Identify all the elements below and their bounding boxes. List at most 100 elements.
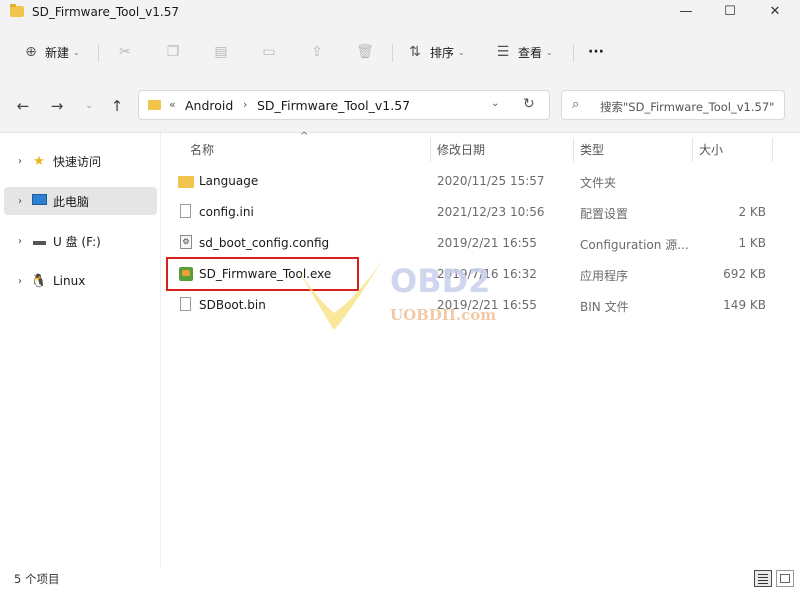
view-button[interactable]: ☰ 查看 ⌄ [494, 38, 553, 66]
forward-arrow-icon[interactable]: → [46, 96, 68, 116]
star-icon: ★ [33, 153, 45, 169]
new-button[interactable]: ⊕ 新建 ⌄ [22, 38, 80, 66]
file-row-config-ini[interactable]: config.ini 2021/12/23 10:56 配置设置 2 KB [166, 198, 778, 228]
trash-icon: 🗑 [356, 44, 374, 60]
column-header-type[interactable]: 类型 [580, 141, 604, 159]
file-type: 文件夹 [580, 176, 617, 190]
sidebar-item-usb-drive[interactable]: › U 盘 (F:) [4, 227, 157, 255]
up-arrow-icon[interactable]: ↑ [106, 96, 128, 116]
file-row-language[interactable]: Language 2020/11/25 15:57 文件夹 [166, 167, 778, 197]
breadcrumb-android[interactable]: Android [185, 98, 233, 113]
recent-locations-chevron-icon[interactable]: ⌄ [78, 96, 100, 116]
window-title: SD_Firmware_Tool_v1.57 [32, 5, 179, 19]
column-header-size[interactable]: 大小 [699, 141, 723, 159]
item-count: 5 个项目 [14, 572, 60, 586]
sort-arrows-icon: ⇅ [409, 44, 421, 60]
search-placeholder: 搜索"SD_Firmware_Tool_v1.57" [600, 100, 775, 114]
file-type: 应用程序 [580, 269, 629, 283]
cut-button[interactable]: ✂ [116, 38, 134, 66]
sidebar-item-label: Linux [53, 274, 86, 288]
details-view-button[interactable] [754, 570, 772, 587]
title-bar: SD_Firmware_Tool_v1.57 — ☐ ✕ [0, 0, 800, 26]
column-divider[interactable] [430, 138, 431, 162]
toolbar-separator [573, 44, 574, 62]
expand-chevron-icon[interactable]: › [10, 276, 30, 287]
usb-drive-icon [30, 234, 48, 249]
chevron-down-icon: ⌄ [546, 47, 553, 57]
refresh-icon[interactable]: ↻ [523, 96, 535, 112]
navigation-row: ← → ⌄ ↑ « Android › SD_Firmware_Tool_v1.… [0, 78, 800, 133]
bin-file-icon [180, 297, 191, 311]
address-bar[interactable]: « Android › SD_Firmware_Tool_v1.57 ⌄ ↻ [138, 90, 550, 120]
sort-ascending-icon: ^ [300, 131, 309, 142]
maximize-button[interactable]: ☐ [708, 0, 752, 26]
sidebar-item-this-pc[interactable]: › 此电脑 [4, 187, 157, 215]
file-modified: 2019/2/21 16:55 [437, 236, 537, 250]
file-type: BIN 文件 [580, 300, 629, 314]
file-name: config.ini [199, 205, 254, 219]
tiles-view-button[interactable] [776, 570, 794, 587]
breadcrumb-overflow-icon[interactable]: « [169, 98, 176, 111]
column-divider[interactable] [573, 138, 574, 162]
highlight-annotation-box [166, 257, 359, 291]
column-header-modified[interactable]: 修改日期 [437, 141, 485, 159]
paste-button[interactable]: ▤ [212, 38, 230, 66]
file-size: 149 KB [723, 298, 766, 312]
expand-chevron-icon[interactable]: › [10, 236, 30, 247]
status-bar: 5 个项目 [0, 568, 800, 590]
file-type: Configuration 源... [580, 238, 689, 252]
chevron-down-icon: ⌄ [458, 47, 465, 57]
expand-chevron-icon[interactable]: › [10, 196, 30, 207]
file-row-sd-boot-config[interactable]: ⚙ sd_boot_config.config 2019/2/21 16:55 … [166, 229, 778, 259]
file-modified: 2019/2/21 16:55 [437, 298, 537, 312]
expand-chevron-icon[interactable]: › [10, 156, 30, 167]
rename-icon: ▭ [262, 44, 276, 60]
pane-splitter[interactable] [160, 133, 161, 568]
navigation-pane: › ★ 快速访问 › 此电脑 › U 盘 (F:) › 🐧 Linux [0, 133, 160, 568]
sidebar-item-quick-access[interactable]: › ★ 快速访问 [4, 147, 157, 175]
file-size: 692 KB [723, 267, 766, 281]
tiles-view-icon [780, 574, 790, 583]
column-divider[interactable] [772, 138, 773, 162]
breadcrumb-current-folder[interactable]: SD_Firmware_Tool_v1.57 [257, 98, 410, 113]
folder-icon [148, 100, 161, 110]
chevron-down-icon: ⌄ [73, 47, 80, 57]
monitor-icon [30, 193, 48, 209]
share-icon: ⇪ [311, 44, 323, 60]
plus-circle-icon: ⊕ [25, 44, 37, 60]
config-file-icon: ⚙ [180, 235, 192, 249]
file-modified: 2019/7/16 16:32 [437, 267, 537, 281]
column-header-name[interactable]: 名称 [190, 141, 214, 159]
ini-file-icon [180, 204, 191, 218]
file-name: SDBoot.bin [199, 298, 266, 312]
scissors-icon: ✂ [119, 44, 131, 60]
share-button[interactable]: ⇪ [308, 38, 326, 66]
rename-button[interactable]: ▭ [260, 38, 278, 66]
copy-button[interactable]: ❐ [164, 38, 182, 66]
sidebar-item-label: 此电脑 [53, 194, 90, 209]
more-options-button[interactable]: ··· [588, 38, 604, 66]
column-divider[interactable] [692, 138, 693, 162]
copy-icon: ❐ [166, 44, 180, 60]
linux-penguin-icon: 🐧 [30, 273, 48, 289]
sort-button[interactable]: ⇅ 排序 ⌄ [406, 38, 465, 66]
delete-button[interactable]: 🗑 [356, 38, 374, 66]
search-input[interactable]: ⌕ 搜索"SD_Firmware_Tool_v1.57" [561, 90, 785, 120]
view-list-icon: ☰ [496, 44, 510, 60]
file-modified: 2021/12/23 10:56 [437, 205, 545, 219]
address-dropdown-chevron-icon[interactable]: ⌄ [491, 98, 499, 109]
file-size: 1 KB [738, 236, 766, 250]
file-row-sdboot-bin[interactable]: SDBoot.bin 2019/2/21 16:55 BIN 文件 149 KB [166, 291, 778, 321]
file-size: 2 KB [738, 205, 766, 219]
file-name: Language [199, 174, 259, 188]
search-icon: ⌕ [572, 97, 580, 112]
details-view-icon [758, 574, 768, 575]
minimize-button[interactable]: — [664, 0, 708, 26]
new-label: 新建 [45, 45, 70, 60]
sidebar-item-linux[interactable]: › 🐧 Linux [4, 267, 157, 295]
back-arrow-icon[interactable]: ← [12, 96, 34, 116]
toolbar-separator [392, 44, 393, 62]
close-button[interactable]: ✕ [753, 0, 797, 26]
breadcrumb-separator-icon: › [243, 98, 248, 111]
sort-label: 排序 [430, 45, 455, 60]
